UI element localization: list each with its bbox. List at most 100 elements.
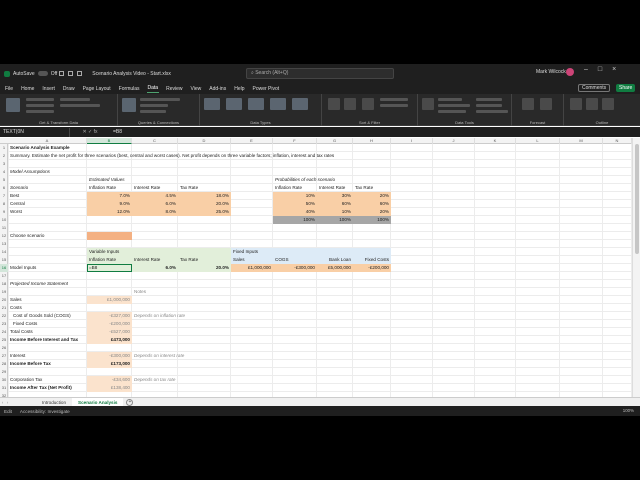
queries-connections-button[interactable] bbox=[140, 98, 180, 101]
cell-g16[interactable]: £5,000,000 bbox=[317, 264, 353, 272]
reapply-button[interactable] bbox=[380, 104, 408, 107]
cell-d15[interactable]: Tax Rate bbox=[178, 256, 198, 264]
cell-c6[interactable]: Interest Rate bbox=[132, 184, 160, 192]
menu-insert[interactable]: Insert bbox=[41, 85, 56, 93]
cell-a9[interactable]: Worst bbox=[8, 208, 22, 216]
row-header[interactable]: 5 bbox=[0, 176, 8, 184]
cell-b24[interactable]: -£527,000 bbox=[87, 328, 132, 336]
column-header[interactable]: M bbox=[560, 138, 603, 144]
cell-e14[interactable]: Fixed Inputs bbox=[231, 248, 258, 256]
cell-f6[interactable]: Inflation Rate bbox=[273, 184, 302, 192]
comments-button[interactable]: Comments bbox=[578, 84, 611, 92]
cell-b9[interactable]: 12.0% bbox=[87, 208, 132, 216]
organization-button[interactable] bbox=[204, 98, 220, 110]
subtotal-button[interactable] bbox=[602, 98, 614, 110]
row-header[interactable]: 23 bbox=[0, 320, 8, 328]
group-button[interactable] bbox=[570, 98, 582, 110]
cell-d8[interactable]: 20.0% bbox=[178, 200, 231, 208]
characters-button[interactable] bbox=[292, 98, 308, 110]
column-header[interactable]: K bbox=[475, 138, 516, 144]
row-header[interactable]: 21 bbox=[0, 304, 8, 312]
from-table-button[interactable] bbox=[26, 110, 54, 113]
menu-home[interactable]: Home bbox=[20, 85, 35, 93]
from-text-csv-button[interactable] bbox=[26, 98, 54, 101]
cell-h15[interactable]: Fixed Costs bbox=[353, 256, 391, 264]
cell-c27[interactable]: Depends on interest rate bbox=[132, 352, 184, 360]
row-header[interactable]: 6 bbox=[0, 184, 8, 192]
row-header[interactable]: 12 bbox=[0, 232, 8, 240]
cell-d9[interactable]: 25.0% bbox=[178, 208, 231, 216]
cell-f15[interactable]: COGS bbox=[273, 256, 289, 264]
flash-fill-button[interactable] bbox=[438, 98, 462, 101]
menu-draw[interactable]: Draw bbox=[62, 85, 76, 93]
row-header[interactable]: 16 bbox=[0, 264, 8, 272]
cell-g7[interactable]: 30% bbox=[317, 192, 353, 200]
menu-power-pivot[interactable]: Power Pivot bbox=[252, 85, 281, 93]
text-to-columns-button[interactable] bbox=[422, 98, 434, 110]
row-header[interactable]: 31 bbox=[0, 384, 8, 392]
forecast-sheet-button[interactable] bbox=[540, 98, 552, 110]
formula-input[interactable]: =B8 bbox=[110, 129, 640, 135]
cell-b6[interactable]: Inflation Rate bbox=[87, 184, 116, 192]
cell-f10[interactable]: 100% bbox=[273, 216, 317, 224]
menu-page-layout[interactable]: Page Layout bbox=[82, 85, 112, 93]
cell-g10[interactable]: 100% bbox=[317, 216, 353, 224]
existing-connections-button[interactable] bbox=[60, 104, 100, 107]
properties-button[interactable] bbox=[140, 104, 168, 107]
row-header[interactable]: 15 bbox=[0, 256, 8, 264]
save-icon[interactable] bbox=[59, 71, 65, 76]
row-header[interactable]: 17 bbox=[0, 272, 8, 280]
cell-b28[interactable]: £173,000 bbox=[87, 360, 132, 368]
row-header[interactable]: 4 bbox=[0, 168, 8, 176]
cell-a22[interactable]: Cost of Goods Sold (COGS) bbox=[8, 312, 71, 320]
cell-h6[interactable]: Tax Rate bbox=[353, 184, 373, 192]
row-header[interactable]: 19 bbox=[0, 288, 8, 296]
row-header[interactable]: 25 bbox=[0, 336, 8, 344]
column-header[interactable]: H bbox=[353, 138, 391, 144]
cell-a28[interactable]: Income Before Tax bbox=[8, 360, 51, 368]
menu-help[interactable]: Help bbox=[233, 85, 245, 93]
row-header[interactable]: 14 bbox=[0, 248, 8, 256]
cell-b25[interactable]: £473,000 bbox=[87, 336, 132, 344]
cell-a23[interactable]: Fixed Costs bbox=[8, 320, 37, 328]
row-header[interactable]: 2 bbox=[0, 152, 8, 160]
row-header[interactable]: 26 bbox=[0, 344, 8, 352]
cell-g8[interactable]: 60% bbox=[317, 200, 353, 208]
cell-a7[interactable]: Best bbox=[8, 192, 19, 200]
cell-h9[interactable]: 20% bbox=[353, 208, 391, 216]
cell-c16[interactable]: 6.0% bbox=[132, 264, 178, 272]
column-header[interactable]: L bbox=[516, 138, 560, 144]
menu-file[interactable]: File bbox=[4, 85, 14, 93]
cell-f5[interactable]: Probabilities of each scenario bbox=[273, 176, 335, 184]
consolidate-button[interactable] bbox=[476, 98, 502, 101]
cell-a30[interactable]: Corporation Tax bbox=[8, 376, 42, 384]
column-header[interactable]: I bbox=[391, 138, 433, 144]
what-if-analysis-button[interactable] bbox=[522, 98, 534, 110]
row-header[interactable]: 10 bbox=[0, 216, 8, 224]
row-header[interactable]: 28 bbox=[0, 360, 8, 368]
cell-a27[interactable]: Interest bbox=[8, 352, 25, 360]
share-button[interactable]: Share bbox=[616, 84, 636, 92]
selected-cell[interactable] bbox=[87, 264, 132, 272]
cell-d16[interactable]: 20.0% bbox=[178, 264, 231, 272]
cell-g15[interactable]: Bank Loan bbox=[317, 256, 353, 264]
column-header[interactable]: F bbox=[273, 138, 317, 144]
row-header[interactable]: 29 bbox=[0, 368, 8, 376]
row-header[interactable]: 11 bbox=[0, 224, 8, 232]
cell-a2[interactable]: Summary. Estimate the net profit for thr… bbox=[8, 152, 334, 160]
clear-button[interactable] bbox=[380, 98, 408, 101]
row-header[interactable]: 20 bbox=[0, 296, 8, 304]
cell-f9[interactable]: 40% bbox=[273, 208, 317, 216]
cell-a8[interactable]: Central bbox=[8, 200, 25, 208]
cell-a21[interactable]: Costs bbox=[8, 304, 22, 312]
cell-a18[interactable]: Projected Income Statement bbox=[8, 280, 68, 288]
currencies-button[interactable] bbox=[248, 98, 264, 110]
stocks-button[interactable] bbox=[226, 98, 242, 110]
cell-d7[interactable]: 18.0% bbox=[178, 192, 231, 200]
cell-b5[interactable]: Estimated Values bbox=[87, 176, 125, 184]
geography-button[interactable] bbox=[270, 98, 286, 110]
edit-links-button[interactable] bbox=[140, 110, 166, 113]
cell-c7[interactable]: 4.5% bbox=[132, 192, 178, 200]
cell-e15[interactable]: Sales bbox=[231, 256, 245, 264]
scrollbar-thumb[interactable] bbox=[635, 144, 639, 254]
